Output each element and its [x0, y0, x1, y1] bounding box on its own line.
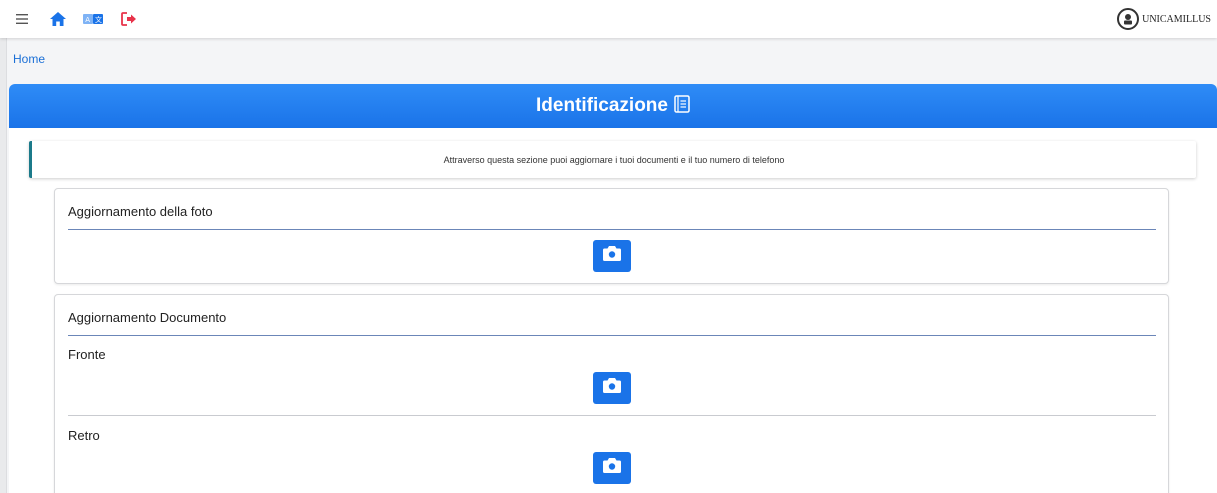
logout-icon[interactable]: [120, 9, 138, 29]
document-update-card: Aggiornamento Documento Fronte Retro: [54, 294, 1169, 493]
photo-camera-button[interactable]: [593, 240, 631, 272]
info-text: Attraverso questa sezione puoi aggiornar…: [443, 154, 785, 165]
seal-icon: [1117, 8, 1140, 30]
svg-text:A: A: [85, 16, 90, 24]
camera-icon: [603, 246, 621, 266]
card-divider: [68, 229, 1156, 230]
document-icon: [674, 94, 690, 118]
photo-card-title: Aggiornamento della foto: [68, 204, 213, 219]
hamburger-icon[interactable]: [14, 9, 30, 29]
left-rail: [0, 0, 7, 493]
page-title: Identificazione: [536, 95, 668, 116]
logo-text: UNICAMILLUS: [1142, 13, 1211, 25]
home-icon[interactable]: [48, 9, 68, 29]
camera-icon: [603, 378, 621, 398]
front-camera-button[interactable]: [593, 372, 631, 404]
document-card-title: Aggiornamento Documento: [68, 310, 227, 325]
main-content: Attraverso questa sezione puoi aggiornar…: [9, 128, 1217, 493]
back-camera-button[interactable]: [593, 452, 631, 484]
unicamillus-logo: UNICAMILLUS: [1117, 8, 1211, 30]
front-label: Fronte: [68, 347, 106, 362]
info-box: Attraverso questa sezione puoi aggiornar…: [29, 141, 1196, 178]
camera-icon: [603, 458, 621, 478]
back-label: Retro: [68, 428, 100, 443]
svg-text:文: 文: [95, 15, 102, 24]
card-divider: [68, 335, 1156, 336]
top-bar: A文 UNICAMILLUS: [0, 0, 1217, 38]
page-banner: Identificazione: [9, 84, 1217, 128]
translate-icon[interactable]: A文: [82, 9, 104, 29]
section-divider: [68, 415, 1156, 416]
photo-update-card: Aggiornamento della foto: [54, 188, 1169, 284]
breadcrumb-home[interactable]: Home: [13, 52, 45, 66]
